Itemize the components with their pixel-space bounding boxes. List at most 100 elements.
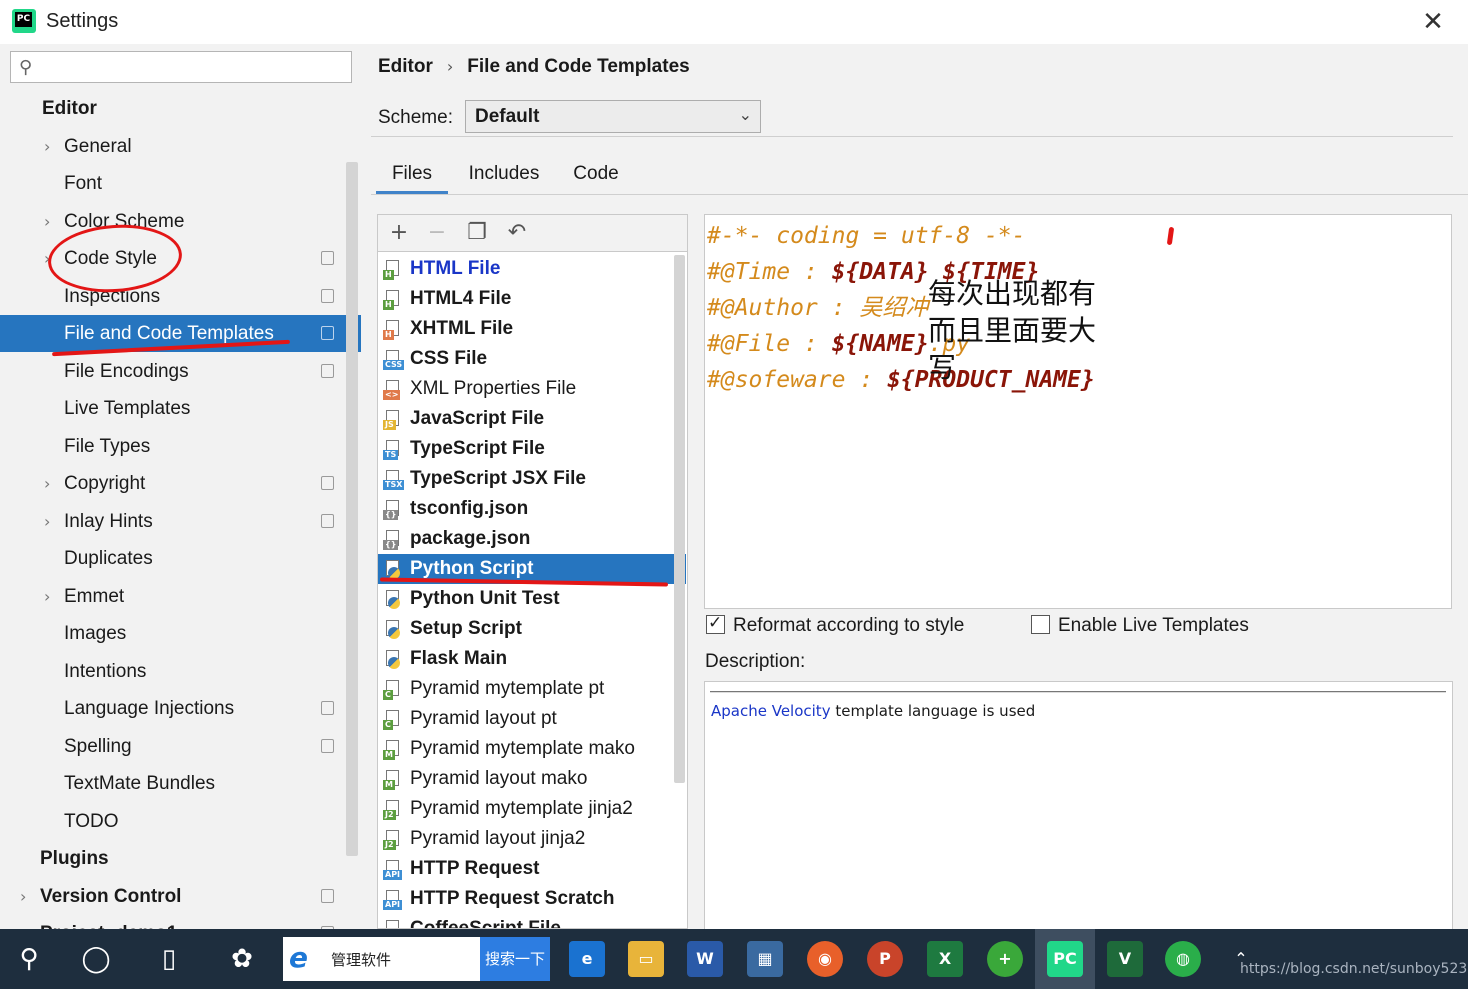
file-type-icon: CSS xyxy=(383,350,405,370)
scheme-label: Scheme: xyxy=(378,107,453,128)
sidebar-item-images[interactable]: Images xyxy=(0,615,361,652)
reset-template-icon[interactable]: ↶ xyxy=(503,219,531,247)
search-input[interactable] xyxy=(45,56,345,78)
template-item-xhtml-file[interactable]: H XHTML File xyxy=(378,314,686,344)
live-templates-label: Enable Live Templates xyxy=(1058,615,1249,636)
description-label: Description: xyxy=(705,651,806,672)
sidebar-item-font[interactable]: Font xyxy=(0,165,361,202)
template-item-typescript-file[interactable]: TS TypeScript File xyxy=(378,434,686,464)
copy-template-icon[interactable]: ❐ xyxy=(463,219,491,247)
template-item-css-file[interactable]: CSS CSS File xyxy=(378,344,686,374)
project-scope-icon xyxy=(321,326,334,340)
template-item-pyramid-layout-pt[interactable]: C Pyramid layout pt xyxy=(378,704,686,734)
red-caret-mark xyxy=(1166,226,1175,246)
template-item-xml-properties-file[interactable]: <> XML Properties File xyxy=(378,374,686,404)
sidebar-item-textmate-bundles[interactable]: TextMate Bundles xyxy=(0,765,361,802)
sidebar-item-file-encodings[interactable]: File Encodings xyxy=(0,353,361,390)
template-item-pyramid-mytemplate-mako[interactable]: M Pyramid mytemplate mako xyxy=(378,734,686,764)
template-item-typescript-jsx-file[interactable]: TSX TypeScript JSX File xyxy=(378,464,686,494)
file-explorer-icon[interactable]: ▭ xyxy=(628,941,664,977)
sidebar-item-language-injections[interactable]: Language Injections xyxy=(0,690,361,727)
sidebar-item-emmet[interactable]: › Emmet xyxy=(0,578,361,615)
sidebar-item-plugins[interactable]: Plugins xyxy=(0,840,361,877)
template-item-setup-script[interactable]: Setup Script xyxy=(378,614,686,644)
task-view-icon[interactable]: ▯ xyxy=(140,929,198,989)
chevron-right-icon[interactable]: › xyxy=(44,503,50,540)
velocity-link[interactable]: Apache Velocity xyxy=(711,702,831,720)
template-item-html4-file[interactable]: H HTML4 File xyxy=(378,284,686,314)
chevron-right-icon[interactable]: › xyxy=(44,578,50,615)
sidebar-item-live-templates[interactable]: Live Templates xyxy=(0,390,361,427)
word-icon[interactable]: W xyxy=(687,941,723,977)
remove-template-icon[interactable]: − xyxy=(423,219,451,247)
sidebar-item-general[interactable]: › General xyxy=(0,128,361,165)
sidebar-item-inlay-hints[interactable]: › Inlay Hints xyxy=(0,503,361,540)
close-button[interactable]: ✕ xyxy=(1418,6,1448,36)
file-type-icon: TS xyxy=(383,440,403,460)
chevron-up-icon[interactable]: ⌃ xyxy=(1212,929,1270,989)
add-template-icon[interactable]: + xyxy=(385,219,413,247)
excel-icon[interactable]: X xyxy=(927,941,963,977)
sidebar-item-version-control[interactable]: › Version Control xyxy=(0,878,361,915)
live-templates-checkbox[interactable] xyxy=(1031,615,1050,634)
template-item-python-unit-test[interactable]: Python Unit Test xyxy=(378,584,686,614)
powerpoint-icon[interactable]: P xyxy=(867,941,903,977)
template-item-html-file[interactable]: H HTML File xyxy=(378,254,686,284)
reformat-checkbox[interactable]: ✓ xyxy=(706,613,725,634)
template-name: HTML File xyxy=(410,258,501,279)
template-code-editor[interactable]: #-*- coding = utf-8 -*- #@Time : ${DATA} … xyxy=(704,214,1452,609)
template-item-http-request[interactable]: API HTTP Request xyxy=(378,854,686,884)
breadcrumb-parent[interactable]: Editor xyxy=(378,56,433,77)
templates-scrollbar[interactable] xyxy=(674,255,685,783)
taskbar-search-box[interactable]: e 管理软件 搜索一下 xyxy=(283,937,550,981)
sidebar-item-copyright[interactable]: › Copyright xyxy=(0,465,361,502)
template-item-package-json[interactable]: {} package.json xyxy=(378,524,686,554)
security-app-icon[interactable]: + xyxy=(987,941,1023,977)
firefox-icon[interactable]: ◉ xyxy=(807,941,843,977)
pycharm-taskbar-icon[interactable]: PC xyxy=(1047,941,1083,977)
tab-includes[interactable]: Includes xyxy=(456,160,552,194)
sidebar-item-intentions[interactable]: Intentions xyxy=(0,653,361,690)
template-item-coffeescript-file[interactable]: CS CoffeeScript File xyxy=(378,914,686,928)
template-item-tsconfig-json[interactable]: {} tsconfig.json xyxy=(378,494,686,524)
sidebar-scrollbar[interactable] xyxy=(346,162,358,856)
wechat-icon[interactable]: ◍ xyxy=(1165,941,1201,977)
sidebar-item-duplicates[interactable]: Duplicates xyxy=(0,540,361,577)
sidebar-item-label: Inlay Hints xyxy=(64,510,153,532)
app-circle-icon[interactable]: ✿ xyxy=(213,929,271,989)
template-item-javascript-file[interactable]: JS JavaScript File xyxy=(378,404,686,434)
taskbar-search-button[interactable]: 搜索一下 xyxy=(480,937,550,981)
vim-icon[interactable]: V xyxy=(1107,941,1143,977)
project-scope-icon xyxy=(321,738,334,753)
tab-code[interactable]: Code xyxy=(562,160,630,194)
scheme-dropdown[interactable]: Default ⌄ xyxy=(465,100,761,133)
tab-files[interactable]: Files xyxy=(376,160,448,194)
sidebar-item-spelling[interactable]: Spelling xyxy=(0,728,361,765)
sidebar-item-todo[interactable]: TODO xyxy=(0,803,361,840)
project-scope-icon xyxy=(321,251,334,265)
chevron-right-icon[interactable]: › xyxy=(44,128,50,165)
template-name: tsconfig.json xyxy=(410,498,529,519)
chevron-right-icon[interactable]: › xyxy=(44,203,50,240)
chevron-right-icon[interactable]: › xyxy=(20,878,26,915)
template-name: TypeScript File xyxy=(410,438,545,459)
sidebar-item-editor[interactable]: Editor xyxy=(0,90,361,127)
template-item-flask-main[interactable]: Flask Main xyxy=(378,644,686,674)
sidebar-item-color-scheme[interactable]: › Color Scheme xyxy=(0,203,361,240)
template-item-pyramid-layout-mako[interactable]: M Pyramid layout mako xyxy=(378,764,686,794)
cortana-icon[interactable]: ◯ xyxy=(67,929,125,989)
store-icon[interactable]: ▦ xyxy=(747,941,783,977)
template-item-pyramid-mytemplate-pt[interactable]: C Pyramid mytemplate pt xyxy=(378,674,686,704)
template-item-pyramid-layout-jinja2[interactable]: J2 Pyramid layout jinja2 xyxy=(378,824,686,854)
sidebar-item-project-demo1[interactable]: › Project: demo1 xyxy=(0,915,361,929)
sidebar-item-file-types[interactable]: File Types xyxy=(0,428,361,465)
file-type-icon: TSX xyxy=(383,470,405,490)
chevron-right-icon[interactable]: › xyxy=(20,915,26,929)
edge-icon[interactable]: e xyxy=(569,941,605,977)
template-item-http-request-scratch[interactable]: API HTTP Request Scratch xyxy=(378,884,686,914)
template-item-pyramid-mytemplate-jinja2[interactable]: J2 Pyramid mytemplate jinja2 xyxy=(378,794,686,824)
chevron-right-icon[interactable]: › xyxy=(44,465,50,502)
sidebar-item-inspections[interactable]: Inspections xyxy=(0,278,361,315)
settings-search-box[interactable]: ⚲ xyxy=(10,51,352,83)
search-icon[interactable]: ⚲ xyxy=(0,929,58,989)
